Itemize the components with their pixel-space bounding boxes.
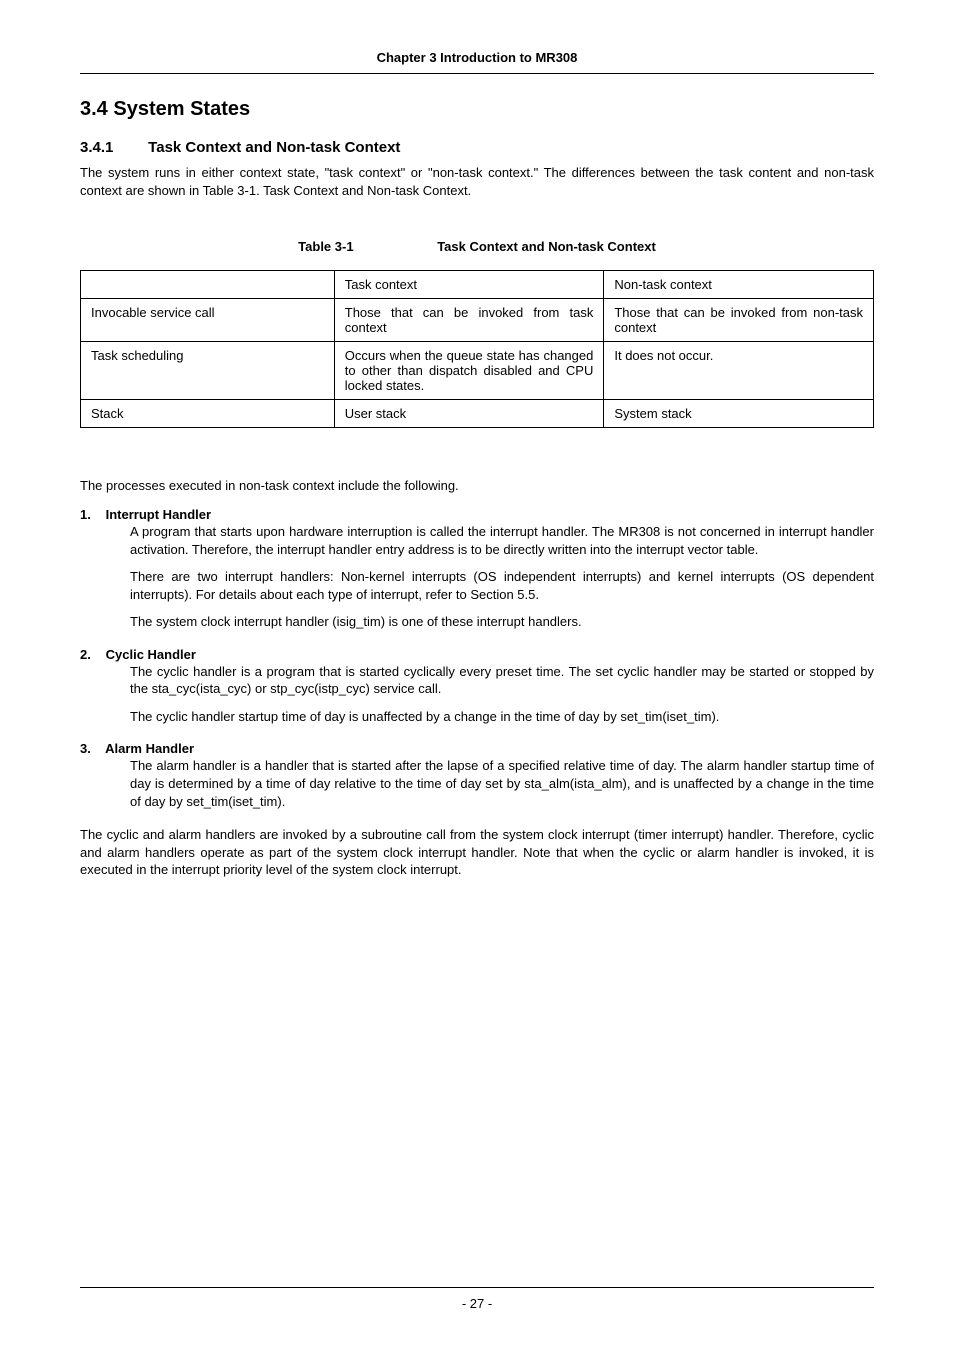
section-title: 3.4 System States xyxy=(80,98,874,121)
handler-body: The alarm handler is a handler that is s… xyxy=(130,757,874,810)
handler-title: 1. Interrupt Handler xyxy=(80,507,874,522)
subsection-number: 3.4.1 xyxy=(80,139,144,156)
handler-block: 2. Cyclic Handler The cyclic handler is … xyxy=(80,647,874,726)
table-header-cell: Task context xyxy=(334,271,604,299)
table-header-cell: Non-task context xyxy=(604,271,874,299)
table-cell: Those that can be invoked from task cont… xyxy=(334,299,604,342)
handler-name: Cyclic Handler xyxy=(106,647,196,662)
table-cell: Task scheduling xyxy=(81,342,335,400)
processes-intro: The processes executed in non-task conte… xyxy=(80,478,874,493)
page-footer: - 27 - xyxy=(80,1287,874,1311)
table-row: Invocable service call Those that can be… xyxy=(81,299,874,342)
handler-name: Alarm Handler xyxy=(105,741,194,756)
table-header-cell xyxy=(81,271,335,299)
page-header: Chapter 3 Introduction to MR308 xyxy=(80,50,874,74)
page-number: - 27 - xyxy=(462,1296,492,1311)
context-table: Task context Non-task context Invocable … xyxy=(80,270,874,428)
handler-paragraph: The cyclic handler startup time of day i… xyxy=(130,708,874,726)
handler-body: A program that starts upon hardware inte… xyxy=(130,523,874,631)
handler-paragraph: The cyclic handler is a program that is … xyxy=(130,663,874,698)
handler-paragraph: The system clock interrupt handler (isig… xyxy=(130,613,874,631)
handler-title: 3. Alarm Handler xyxy=(80,741,874,756)
table-number: Table 3-1 xyxy=(298,239,353,254)
handler-block: 1. Interrupt Handler A program that star… xyxy=(80,507,874,631)
handler-number: 2. xyxy=(80,647,102,662)
handler-body: The cyclic handler is a program that is … xyxy=(130,663,874,726)
table-header-row: Task context Non-task context xyxy=(81,271,874,299)
table-cell: Those that can be invoked from non-task … xyxy=(604,299,874,342)
handler-block: 3. Alarm Handler The alarm handler is a … xyxy=(80,741,874,810)
handler-name: Interrupt Handler xyxy=(106,507,211,522)
subsection-title: 3.4.1 Task Context and Non-task Context xyxy=(80,139,874,156)
handler-paragraph: A program that starts upon hardware inte… xyxy=(130,523,874,558)
handler-number: 3. xyxy=(80,741,102,756)
table-cell: It does not occur. xyxy=(604,342,874,400)
handler-title: 2. Cyclic Handler xyxy=(80,647,874,662)
handler-number: 1. xyxy=(80,507,102,522)
intro-paragraph: The system runs in either context state,… xyxy=(80,164,874,199)
table-cell: System stack xyxy=(604,400,874,428)
subsection-heading: Task Context and Non-task Context xyxy=(148,139,400,156)
table-row: Stack User stack System stack xyxy=(81,400,874,428)
table-cell: Occurs when the queue state has changed … xyxy=(334,342,604,400)
table-cell: User stack xyxy=(334,400,604,428)
table-cell: Invocable service call xyxy=(81,299,335,342)
chapter-title: Chapter 3 Introduction to MR308 xyxy=(377,50,578,65)
handler-paragraph: The alarm handler is a handler that is s… xyxy=(130,757,874,810)
table-cell: Stack xyxy=(81,400,335,428)
final-paragraph: The cyclic and alarm handlers are invoke… xyxy=(80,826,874,879)
table-caption: Table 3-1 Task Context and Non-task Cont… xyxy=(80,239,874,254)
table-title: Task Context and Non-task Context xyxy=(437,239,656,254)
table-row: Task scheduling Occurs when the queue st… xyxy=(81,342,874,400)
handler-paragraph: There are two interrupt handlers: Non-ke… xyxy=(130,568,874,603)
